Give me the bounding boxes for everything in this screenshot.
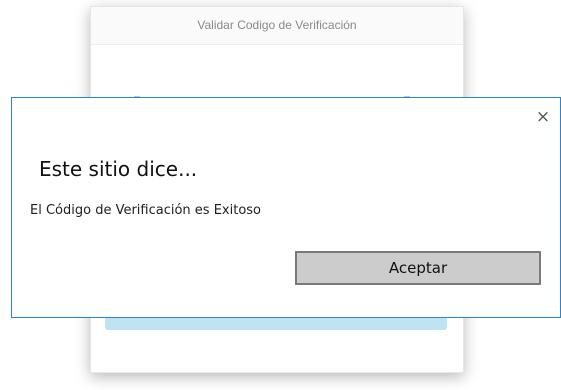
alert-dialog: × Este sitio dice... El Código de Verifi… [11, 97, 561, 318]
dialog-title: Este sitio dice... [39, 157, 198, 181]
card-title: Validar Codigo de Verificación [91, 7, 463, 45]
accept-button[interactable]: Aceptar [295, 251, 541, 285]
card-submit-button[interactable] [105, 317, 447, 330]
dialog-message: El Código de Verificación es Exitoso [30, 203, 261, 218]
close-icon[interactable]: × [534, 108, 552, 126]
